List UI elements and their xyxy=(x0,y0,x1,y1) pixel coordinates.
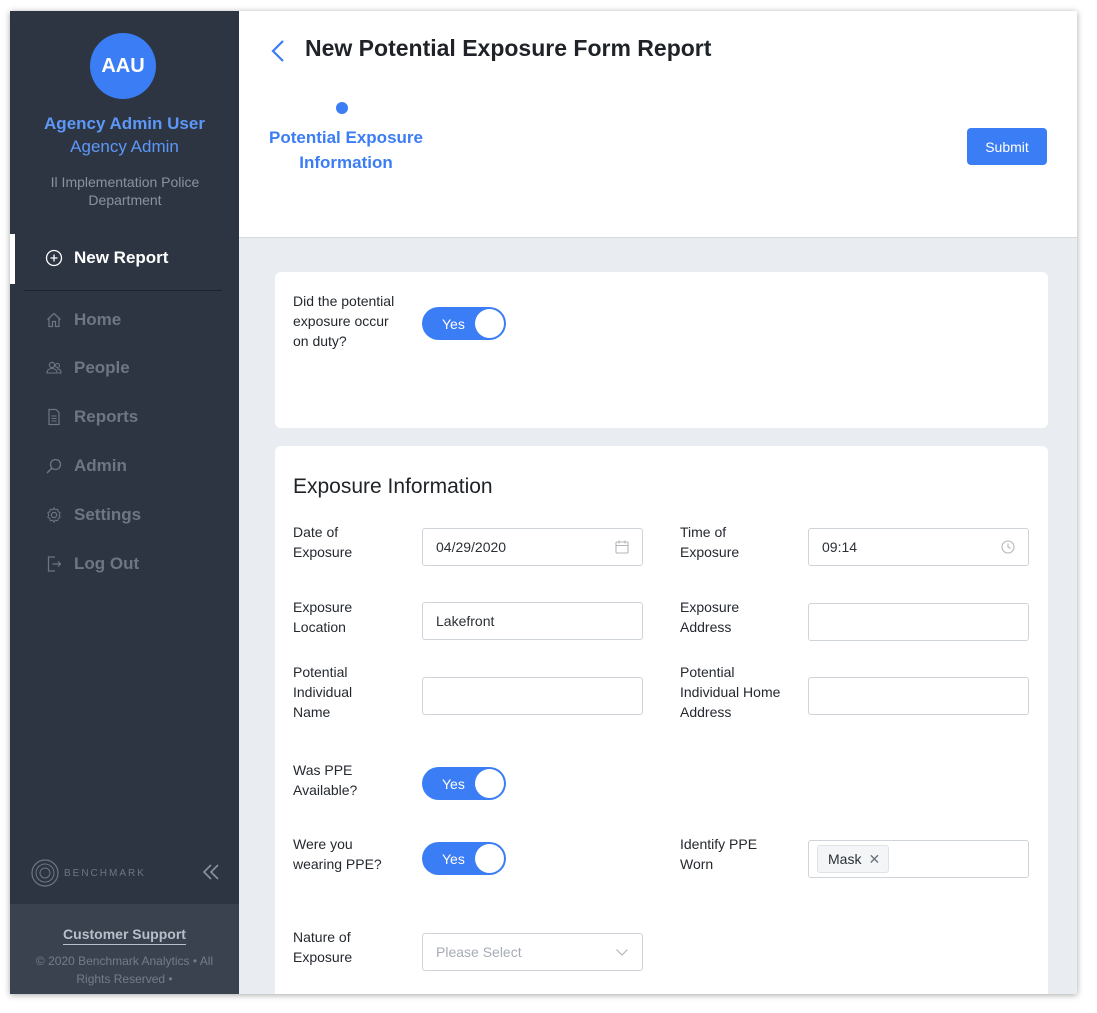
toggle-knob xyxy=(475,769,504,798)
ppe-worn-multiselect[interactable]: Mask ✕ xyxy=(808,840,1029,878)
plus-circle-icon xyxy=(44,248,64,268)
date-of-exposure-field[interactable]: 04/29/2020 xyxy=(422,528,643,566)
document-icon xyxy=(44,407,64,427)
step-indicator-dot xyxy=(336,102,348,114)
avatar[interactable]: AAU xyxy=(90,33,156,99)
app-window: AAU Agency Admin User Agency Admin Il Im… xyxy=(10,11,1077,994)
user-role: Agency Admin xyxy=(70,137,179,156)
remove-tag-icon[interactable]: ✕ xyxy=(868,851,880,868)
brand-logo: BENCHMARK xyxy=(30,857,150,889)
sidebar-item-logout[interactable]: Log Out xyxy=(44,551,139,577)
chevron-left-icon[interactable] xyxy=(265,37,293,65)
exposure-info-card: Exposure Information Date of Exposure 04… xyxy=(275,446,1048,994)
exposure-address-field[interactable] xyxy=(808,603,1029,641)
sidebar-item-admin[interactable]: Admin xyxy=(44,453,127,479)
ppe-available-label: Was PPE Available? xyxy=(293,762,358,798)
sidebar: AAU Agency Admin User Agency Admin Il Im… xyxy=(10,11,239,994)
sidebar-item-label: Admin xyxy=(74,456,127,475)
toggle-label: Yes xyxy=(442,850,465,867)
collapse-sidebar-icon[interactable] xyxy=(200,861,222,883)
sidebar-item-label: New Report xyxy=(74,248,169,267)
ppe-worn-label: Identify PPE Worn xyxy=(680,836,758,872)
user-name: Agency Admin User xyxy=(44,114,205,133)
sidebar-item-label: Log Out xyxy=(74,554,140,573)
select-placeholder: Please Select xyxy=(436,944,522,960)
people-icon xyxy=(44,358,64,378)
calendar-icon[interactable] xyxy=(614,539,630,555)
time-of-exposure-label: Time of Exposure xyxy=(680,524,740,560)
date-of-exposure-label: Date of Exposure xyxy=(293,524,353,560)
date-value: 04/29/2020 xyxy=(436,539,507,555)
toggle-knob xyxy=(475,844,504,873)
sidebar-item-label: Settings xyxy=(74,505,142,524)
copyright: © 2020 Benchmark Analytics • All Rights … xyxy=(35,954,214,986)
toggle-label: Yes xyxy=(442,315,465,332)
toggle-label: Yes xyxy=(442,775,465,792)
ppe-tag[interactable]: Mask ✕ xyxy=(817,845,890,873)
location-value: Lakefront xyxy=(436,613,495,629)
exposure-location-label: Exposure Location xyxy=(293,599,353,635)
step-label[interactable]: Potential Exposure Information xyxy=(255,125,437,175)
individual-name-field[interactable] xyxy=(422,677,643,715)
time-of-exposure-field[interactable]: 09:14 xyxy=(808,528,1029,566)
nav-divider xyxy=(24,290,222,291)
chevron-down-icon[interactable] xyxy=(614,944,630,960)
wearing-ppe-toggle[interactable]: Yes xyxy=(422,842,506,875)
sidebar-item-home[interactable]: Home xyxy=(44,307,121,333)
sidebar-item-new-report[interactable]: New Report xyxy=(44,245,168,271)
agency-name: Il Implementation Police Department xyxy=(50,174,200,208)
nature-of-exposure-label: Nature of Exposure xyxy=(293,929,353,965)
ppe-available-toggle[interactable]: Yes xyxy=(422,767,506,800)
submit-button[interactable]: Submit xyxy=(967,128,1047,165)
clock-icon[interactable] xyxy=(1000,539,1016,555)
page-header: New Potential Exposure Form Report Poten… xyxy=(239,11,1077,238)
back-button[interactable] xyxy=(265,37,293,65)
on-duty-toggle[interactable]: Yes xyxy=(422,307,506,340)
customer-support-link[interactable]: Customer Support xyxy=(10,926,239,945)
on-duty-card: Did the potential exposure occur on duty… xyxy=(275,272,1048,428)
sidebar-item-people[interactable]: People xyxy=(44,355,130,381)
logout-icon xyxy=(44,554,64,574)
brand-mark-icon xyxy=(31,859,59,887)
time-value: 09:14 xyxy=(822,539,858,555)
customer-support-label[interactable]: Customer Support xyxy=(63,926,186,945)
ppe-tag-label: Mask xyxy=(828,851,862,867)
brand-name: BENCHMARK xyxy=(64,867,146,879)
active-bar xyxy=(10,234,15,284)
on-duty-label: Did the potential exposure occur on duty… xyxy=(293,293,395,349)
individual-address-field[interactable] xyxy=(808,677,1029,715)
section-title: Exposure Information xyxy=(293,475,493,498)
gear-icon xyxy=(44,505,64,525)
nature-of-exposure-select[interactable]: Please Select xyxy=(422,933,643,971)
exposure-address-label: Exposure Address xyxy=(680,599,740,635)
search-icon xyxy=(44,456,64,476)
individual-address-label: Potential Individual Home Address xyxy=(680,664,781,720)
toggle-knob xyxy=(475,309,504,338)
sidebar-item-label: People xyxy=(74,358,130,377)
sidebar-item-settings[interactable]: Settings xyxy=(44,502,141,528)
wearing-ppe-label: Were you wearing PPE? xyxy=(293,836,382,872)
home-icon xyxy=(44,310,64,330)
support-area: Customer Support © 2020 Benchmark Analyt… xyxy=(10,904,239,994)
sidebar-item-reports[interactable]: Reports xyxy=(44,404,138,430)
individual-name-label: Potential Individual Name xyxy=(293,664,353,720)
page-title: New Potential Exposure Form Report xyxy=(305,35,712,61)
exposure-location-field[interactable]: Lakefront xyxy=(422,602,643,640)
sidebar-item-label: Reports xyxy=(74,407,139,426)
sidebar-item-label: Home xyxy=(74,310,122,329)
